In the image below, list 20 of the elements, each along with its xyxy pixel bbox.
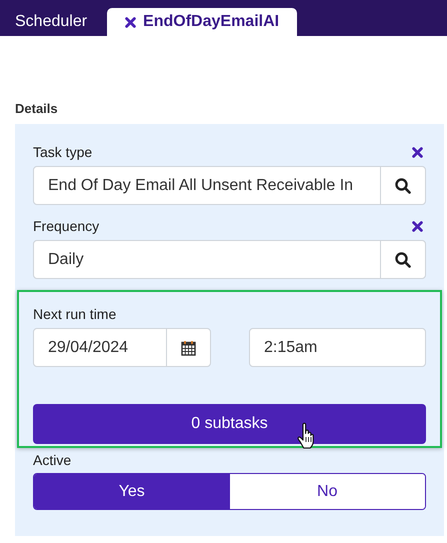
field-label: Active — [33, 452, 72, 468]
subtasks-button[interactable]: 0 subtasks — [33, 404, 426, 444]
lookup-field[interactable]: Daily — [33, 240, 426, 279]
toggle-option[interactable]: No — [230, 474, 425, 509]
section-title: Details — [15, 101, 58, 116]
toggle-option[interactable]: Yes — [34, 474, 230, 509]
clear-icon[interactable] — [412, 220, 423, 232]
clear-icon[interactable] — [412, 146, 423, 158]
lookup-field[interactable]: End Of Day Email All Unsent Receivable In — [33, 166, 426, 205]
field-label: Next run time — [33, 306, 116, 322]
search-icon — [395, 252, 411, 268]
search-icon — [395, 178, 411, 194]
field-label: Frequency — [33, 218, 100, 234]
close-icon[interactable] — [125, 16, 136, 28]
field-label: Task type — [33, 144, 92, 160]
tab[interactable]: EndOfDayEmailAI — [107, 8, 298, 36]
tab[interactable]: Scheduler — [0, 8, 102, 36]
calendar-icon — [181, 340, 196, 356]
time-field[interactable]: 2:15am — [249, 328, 426, 367]
date-field[interactable]: 29/04/2024 — [33, 328, 211, 367]
